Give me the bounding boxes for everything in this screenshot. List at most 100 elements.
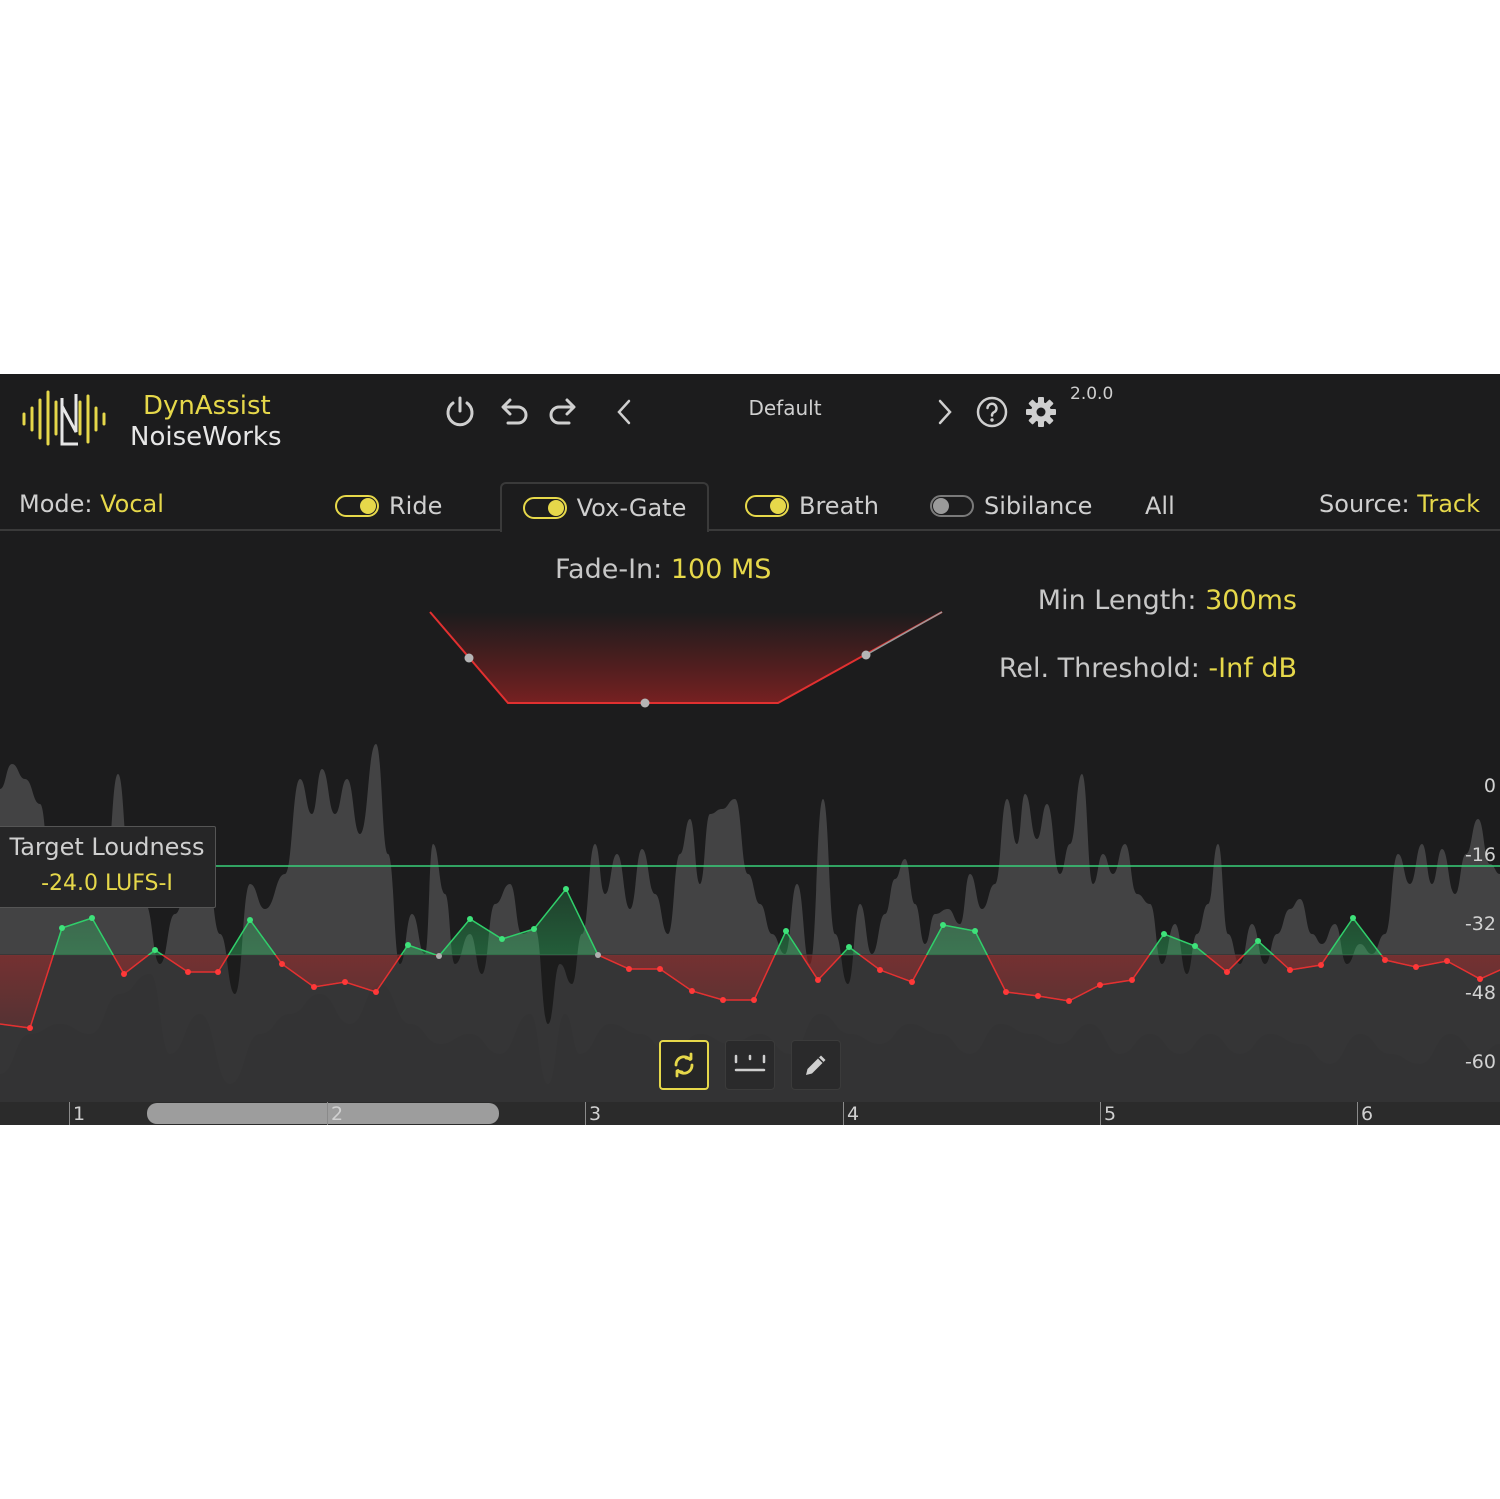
fade-out-handle[interactable] [861, 650, 871, 660]
fade-in-param[interactable]: Fade-In: 100 MS [555, 554, 771, 585]
gain-point[interactable] [940, 922, 946, 928]
gain-point[interactable] [1255, 938, 1261, 944]
help-icon [976, 396, 1008, 428]
sibilance-toggle[interactable] [930, 495, 974, 517]
gain-point[interactable] [1003, 989, 1009, 995]
gain-point[interactable] [405, 942, 411, 948]
gain-point[interactable] [373, 989, 379, 995]
gain-point[interactable] [467, 916, 473, 922]
gain-point[interactable] [27, 1025, 33, 1031]
gain-point[interactable] [1287, 967, 1293, 973]
tab-vox-gate[interactable]: Vox-Gate [500, 482, 709, 532]
gain-point[interactable] [783, 928, 789, 934]
source-label: Source: [1319, 490, 1410, 518]
fade-in-handle[interactable] [464, 653, 474, 663]
settings-button[interactable] [1021, 392, 1061, 432]
gain-point[interactable] [972, 928, 978, 934]
pencil-button[interactable] [791, 1040, 841, 1090]
vendor-name: NoiseWorks [130, 422, 282, 452]
tab-ride-label: Ride [389, 492, 443, 520]
fade-in-label: Fade-In: [555, 554, 663, 585]
target-loudness-box[interactable]: Target Loudness -24.0 LUFS-I [0, 826, 216, 908]
gain-point[interactable] [815, 977, 821, 983]
product-name: DynAssist [143, 391, 271, 421]
min-length-param[interactable]: Min Length: 300ms [1038, 585, 1297, 616]
gain-point[interactable] [247, 917, 253, 923]
preset-name[interactable]: Default [700, 396, 870, 420]
gain-point[interactable] [121, 971, 127, 977]
redo-button[interactable] [544, 392, 584, 432]
vox-gate-toggle[interactable] [522, 497, 567, 519]
prev-preset-icon [617, 399, 631, 425]
rel-threshold-param[interactable]: Rel. Threshold: -Inf dB [999, 653, 1297, 684]
gain-point[interactable] [311, 984, 317, 990]
gain-point[interactable] [1192, 943, 1198, 949]
snap-icon [734, 1054, 766, 1072]
gain-point[interactable] [689, 988, 695, 994]
tab-ride[interactable]: Ride [335, 484, 442, 528]
gain-point[interactable] [152, 947, 158, 953]
gain-point[interactable] [1224, 969, 1230, 975]
gain-point[interactable] [499, 936, 505, 942]
gain-point[interactable] [1382, 957, 1388, 963]
mode-selector[interactable]: Mode: Vocal [19, 490, 164, 518]
source-selector[interactable]: Source: Track [1319, 490, 1480, 518]
fade-in-value: 100 MS [670, 554, 772, 585]
gain-point[interactable] [531, 926, 537, 932]
pencil-icon [806, 1055, 826, 1075]
snap-button[interactable] [725, 1040, 775, 1090]
gain-point[interactable] [1413, 964, 1419, 970]
help-button[interactable] [972, 392, 1012, 432]
gain-point[interactable] [436, 953, 442, 959]
undo-button[interactable] [493, 392, 533, 432]
tab-breath-label: Breath [799, 492, 879, 520]
gain-point[interactable] [877, 967, 883, 973]
next-preset-icon [938, 399, 952, 425]
breath-toggle[interactable] [745, 495, 789, 517]
power-button[interactable] [440, 392, 480, 432]
gain-point[interactable] [279, 961, 285, 967]
gain-point[interactable] [185, 969, 191, 975]
mode-label: Mode: [19, 490, 93, 518]
gain-point[interactable] [215, 969, 221, 975]
gain-point[interactable] [89, 915, 95, 921]
gain-point[interactable] [909, 979, 915, 985]
rel-threshold-value: -Inf dB [1208, 653, 1297, 684]
gain-point[interactable] [751, 997, 757, 1003]
tab-vox-gate-label: Vox-Gate [576, 494, 687, 522]
gain-point[interactable] [846, 944, 852, 950]
ride-toggle[interactable] [335, 495, 379, 517]
gain-point[interactable] [1035, 993, 1041, 999]
gain-point[interactable] [720, 997, 726, 1003]
timeline-ruler[interactable]: 1 2 3 4 5 6 [0, 1102, 1500, 1125]
gain-point[interactable] [342, 979, 348, 985]
gain-point[interactable] [59, 925, 65, 931]
gain-point[interactable] [657, 966, 663, 972]
bar-marker: 5 [1100, 1102, 1116, 1125]
gain-point[interactable] [1318, 962, 1324, 968]
scale-label: -60 [1464, 1051, 1496, 1073]
gain-point[interactable] [1161, 931, 1167, 937]
bar-marker: 3 [585, 1102, 601, 1125]
next-preset-button[interactable] [924, 392, 964, 432]
gain-point[interactable] [563, 886, 569, 892]
loop-button[interactable] [659, 1040, 709, 1090]
gain-point[interactable] [1129, 977, 1135, 983]
bar-marker: 1 [69, 1102, 85, 1125]
gain-point[interactable] [1350, 915, 1356, 921]
gain-point[interactable] [595, 952, 601, 958]
tab-sibilance[interactable]: Sibilance [930, 484, 1092, 528]
gain-point[interactable] [1066, 998, 1072, 1004]
module-tabs-row: Mode: Vocal Ride Vox-Gate Breath Sibilan… [0, 482, 1500, 532]
prev-preset-button[interactable] [605, 392, 645, 432]
gain-point[interactable] [626, 966, 632, 972]
target-loudness-value[interactable]: -24.0 LUFS-I [0, 871, 215, 896]
logo-icon [22, 390, 106, 446]
tab-breath[interactable]: Breath [745, 484, 879, 528]
depth-handle[interactable] [640, 698, 650, 708]
tab-all[interactable]: All [1145, 484, 1175, 528]
gain-point[interactable] [1097, 982, 1103, 988]
gain-point[interactable] [1444, 958, 1450, 964]
timeline-scroll-thumb[interactable] [147, 1103, 499, 1124]
scale-label: 0 [1483, 775, 1496, 797]
